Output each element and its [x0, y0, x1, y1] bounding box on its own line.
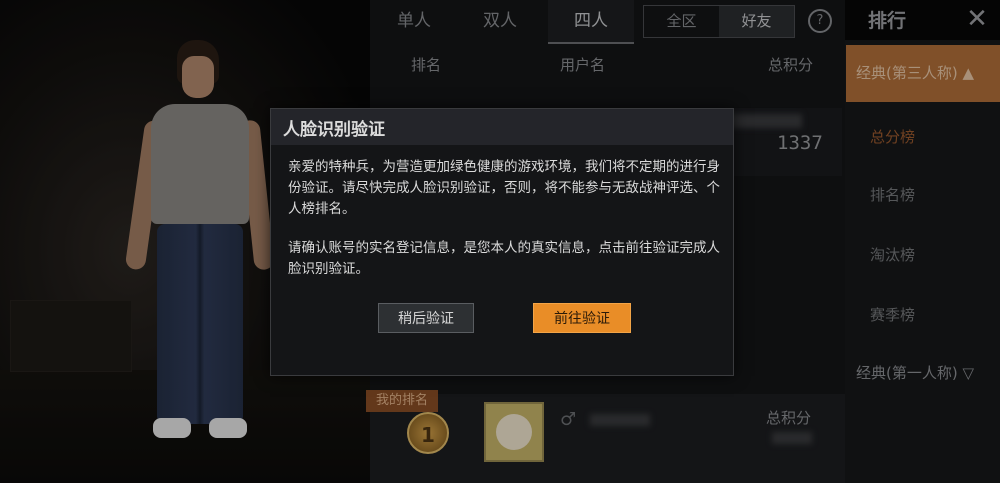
dialog-title: 人脸识别验证 [283, 120, 385, 140]
dialog-header: 人脸识别验证 [271, 109, 733, 145]
verify-later-button[interactable]: 稍后验证 [378, 303, 474, 333]
dialog-paragraph: 亲爱的特种兵，为营造更加绿色健康的游戏环境，我们将不定期的进行身份验证。请尽快完… [288, 159, 720, 217]
dialog-body: 亲爱的特种兵，为营造更加绿色健康的游戏环境，我们将不定期的进行身份验证。请尽快完… [288, 157, 728, 298]
go-verify-button[interactable]: 前往验证 [533, 303, 631, 333]
dialog-paragraph: 请确认账号的实名登记信息，是您本人的真实信息，点击前往验证完成人脸识别验证。 [288, 240, 720, 277]
face-verification-dialog: 人脸识别验证 亲爱的特种兵，为营造更加绿色健康的游戏环境，我们将不定期的进行身份… [270, 108, 734, 376]
